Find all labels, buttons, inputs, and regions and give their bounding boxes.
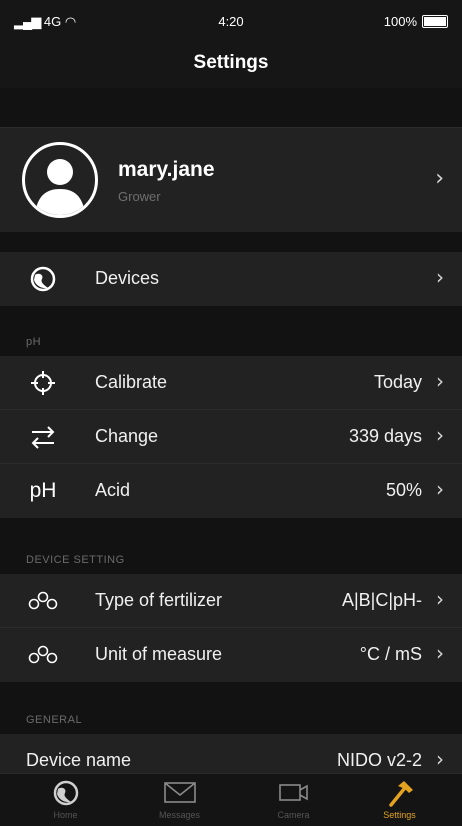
unit-label: Unit of measure	[95, 644, 223, 664]
envelope-icon	[122, 780, 237, 806]
section-title: DEVICE SETTING	[26, 554, 125, 566]
fertilizer-row[interactable]: Type of fertilizer A|B|C|pH- ›	[0, 574, 462, 628]
tab-label: Messages	[158, 810, 201, 820]
change-row[interactable]: Change 339 days ›	[0, 410, 462, 464]
page-title: Settings	[193, 52, 269, 73]
chevron-right-icon: ›	[435, 166, 444, 191]
video-camera-icon	[236, 780, 351, 806]
profile-row[interactable]: mary.jane Grower ›	[0, 127, 462, 234]
section-title: pH	[26, 336, 42, 348]
calibrate-row[interactable]: Calibrate Today ›	[0, 356, 462, 410]
molecule-icon	[26, 640, 60, 670]
acid-label: Acid	[95, 480, 131, 500]
chevron-right-icon: ›	[436, 265, 444, 289]
calibrate-label: Calibrate	[95, 372, 168, 392]
molecule-icon	[26, 586, 60, 616]
tab-label: Camera	[277, 810, 310, 820]
chevron-right-icon: ›	[436, 641, 444, 665]
swap-arrows-icon	[26, 422, 60, 452]
device-name-value: NIDO v2-2	[336, 750, 422, 770]
tab-bar: Home Messages Camera Settings	[0, 773, 462, 826]
tab-home[interactable]: Home	[8, 774, 123, 826]
acid-row[interactable]: pH Acid 50% ›	[0, 464, 462, 518]
section-header-device-setting: DEVICE SETTING	[0, 518, 462, 574]
spacer	[0, 88, 462, 127]
tab-settings[interactable]: Settings	[342, 774, 457, 826]
battery-icon	[422, 15, 448, 28]
unit-of-measure-row[interactable]: Unit of measure °C / mS ›	[0, 628, 462, 682]
acid-value: 50%	[385, 480, 422, 500]
battery-indicator: 100%	[384, 14, 448, 29]
navigation-bar: Settings	[0, 40, 462, 88]
ph-icon: pH	[29, 479, 57, 502]
chevron-right-icon: ›	[436, 369, 444, 393]
chevron-right-icon: ›	[436, 423, 444, 447]
avatar	[22, 142, 98, 218]
device-name-label: Device name	[26, 750, 132, 770]
battery-percent: 100%	[383, 14, 417, 29]
status-bar: ▂▄▆ 4G ◠ 4:20 100%	[0, 0, 462, 40]
section-title: GENERAL	[26, 714, 83, 726]
globe-icon	[26, 264, 60, 294]
section-header-general: GENERAL	[0, 682, 462, 734]
section-header-ph: pH	[0, 306, 462, 356]
spacer	[0, 232, 462, 252]
chevron-right-icon: ›	[436, 477, 444, 501]
profile-role: Grower	[118, 189, 161, 204]
unit-value: °C / mS	[359, 644, 422, 664]
profile-name: mary.jane	[118, 158, 215, 181]
tab-camera[interactable]: Camera	[236, 774, 351, 826]
user-silhouette-icon	[35, 159, 85, 215]
tab-messages[interactable]: Messages	[122, 774, 237, 826]
change-value: 339 days	[348, 426, 422, 446]
chevron-right-icon: ›	[436, 747, 444, 771]
change-label: Change	[95, 426, 159, 446]
fertilizer-label: Type of fertilizer	[95, 590, 223, 610]
tab-label: Home	[53, 810, 78, 820]
calibrate-value: Today	[373, 372, 422, 392]
fertilizer-value: A|B|C|pH-	[341, 590, 422, 610]
home-globe-icon	[8, 780, 123, 806]
devices-label: Devices	[95, 268, 160, 288]
chevron-right-icon: ›	[436, 587, 444, 611]
crosshair-icon	[26, 368, 60, 398]
devices-row[interactable]: Devices ›	[0, 252, 462, 306]
hammer-icon	[342, 780, 457, 807]
tab-label: Settings	[383, 810, 416, 820]
